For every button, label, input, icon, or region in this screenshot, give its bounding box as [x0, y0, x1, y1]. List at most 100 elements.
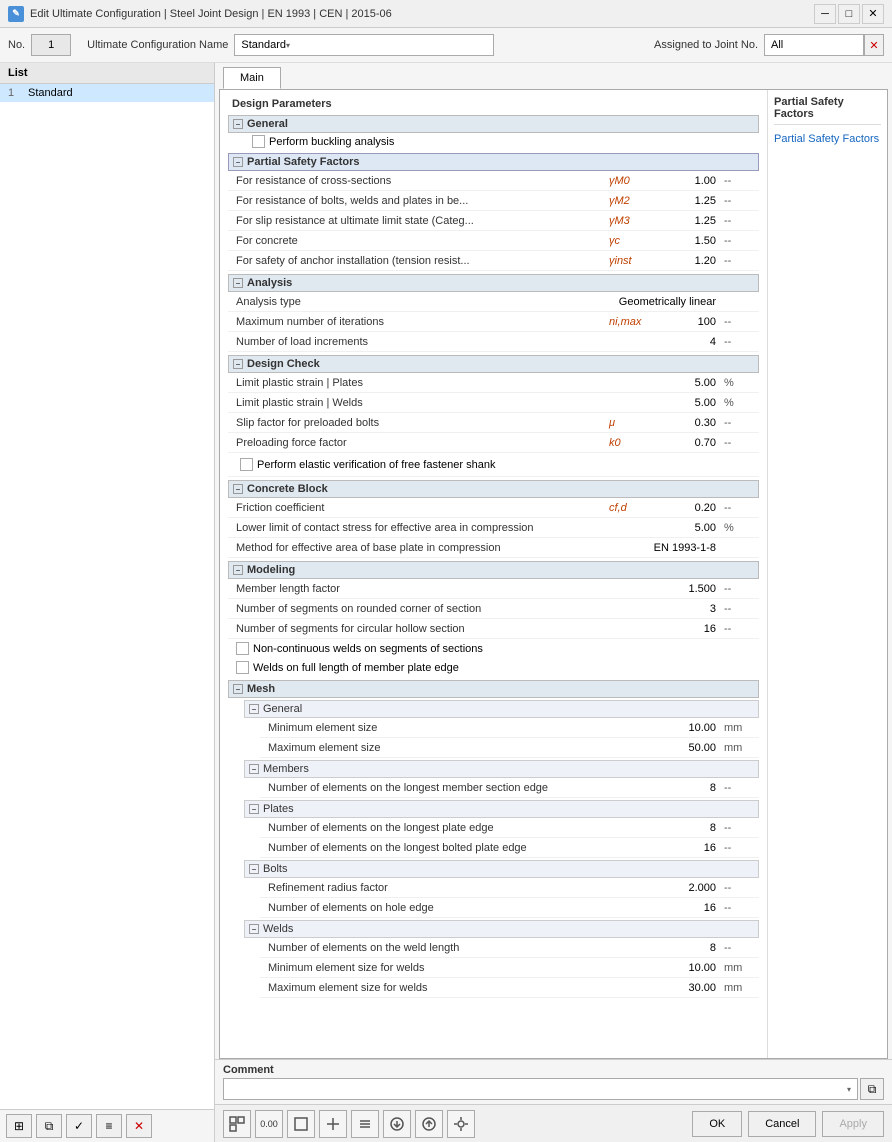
mesh-members-collapse[interactable]: − — [249, 764, 259, 774]
mw-value-0: 8 — [660, 941, 720, 955]
modeling-section-body: Member length factor 1.500 -- Number of … — [228, 579, 759, 677]
dropdown-arrow-icon: ▾ — [286, 41, 290, 50]
design-check-header[interactable]: − Design Check — [228, 355, 759, 373]
mesh-members-header[interactable]: − Members — [244, 760, 759, 778]
mm-row-0: Number of elements on the longest member… — [260, 778, 759, 798]
psf-row-3: For concrete γc 1.50 -- — [228, 231, 759, 251]
concrete-section-header[interactable]: − Concrete Block — [228, 480, 759, 498]
add-bottom-button[interactable] — [319, 1110, 347, 1138]
mp-row-1: Number of elements on the longest bolted… — [260, 838, 759, 858]
analysis-row-1: Maximum number of iterations ni,max 100 … — [228, 312, 759, 332]
cb-label-2: Method for effective area of base plate … — [232, 541, 565, 555]
dc-value-0: 5.00 — [660, 376, 720, 390]
units-button[interactable] — [287, 1110, 315, 1138]
mw-value-1: 10.00 — [660, 961, 720, 975]
mp-value-0: 8 — [660, 821, 720, 835]
tab-main[interactable]: Main — [223, 67, 281, 89]
decimal-icon: 0.00 — [260, 1119, 278, 1129]
add-config-button[interactable]: ⊞ — [6, 1114, 32, 1138]
minimize-button[interactable]: ─ — [814, 4, 836, 24]
sidebar-title: Partial Safety Factors — [774, 96, 881, 125]
mod-row-1: Number of segments on rounded corner of … — [228, 599, 759, 619]
copy-config-button[interactable]: ⧉ — [36, 1114, 62, 1138]
psf-symbol-4: γinst — [605, 254, 660, 268]
psf-value-0: 1.00 — [660, 174, 720, 188]
concrete-collapse-icon[interactable]: − — [233, 484, 243, 494]
dc-row-2: Slip factor for preloaded bolts μ 0.30 -… — [228, 413, 759, 433]
psf-label-1: For resistance of bolts, welds and plate… — [232, 194, 605, 208]
mesh-welds-collapse[interactable]: − — [249, 924, 259, 934]
general-section-header[interactable]: − General — [228, 115, 759, 133]
analysis-row-2: Number of load increments 4 -- — [228, 332, 759, 352]
config-name-value: Standard — [241, 39, 286, 51]
menu-config-button[interactable]: ≡ — [96, 1114, 122, 1138]
content-area: Design Parameters − General Perform buck… — [219, 89, 888, 1059]
modeling-section-header[interactable]: − Modeling — [228, 561, 759, 579]
general-section: − General Perform buckling analysis — [228, 115, 759, 150]
list-panel-bottom: ⊞ ⧉ ✓ ≡ ✕ — [0, 1109, 214, 1142]
mesh-members-section: − Members Number of elements on the long… — [244, 760, 759, 798]
window-controls[interactable]: ─ □ ✕ — [814, 4, 884, 24]
mod-unit-2: -- — [720, 622, 755, 636]
mesh-welds-header[interactable]: − Welds — [244, 920, 759, 938]
list-item[interactable]: 1 Standard — [0, 84, 214, 102]
mesh-bolts-collapse[interactable]: − — [249, 864, 259, 874]
import-button[interactable] — [383, 1110, 411, 1138]
comment-copy-button[interactable]: ⧉ — [860, 1078, 884, 1100]
modeling-collapse-icon[interactable]: − — [233, 565, 243, 575]
sort-icon — [357, 1116, 373, 1132]
mw-label-1: Minimum element size for welds — [264, 961, 605, 975]
buckling-checkbox[interactable] — [252, 135, 265, 148]
decimal-button[interactable]: 0.00 — [255, 1110, 283, 1138]
maximize-button[interactable]: □ — [838, 4, 860, 24]
ok-button[interactable]: OK — [692, 1111, 742, 1137]
assigned-value[interactable]: All — [764, 34, 864, 56]
analysis-section-header[interactable]: − Analysis — [228, 274, 759, 292]
psf-section-header[interactable]: − Partial Safety Factors — [228, 153, 759, 171]
delete-config-button[interactable]: ✕ — [126, 1114, 152, 1138]
general-collapse-icon[interactable]: − — [233, 119, 243, 129]
mm-value-0: 8 — [660, 781, 720, 795]
sort-button[interactable] — [351, 1110, 379, 1138]
confirm-config-button[interactable]: ✓ — [66, 1114, 92, 1138]
mesh-bolts-table: Refinement radius factor 2.000 -- Number… — [260, 878, 759, 918]
dc-symbol-0 — [605, 382, 660, 384]
mesh-bolts-header[interactable]: − Bolts — [244, 860, 759, 878]
apply-button[interactable]: Apply — [822, 1111, 884, 1137]
view-button[interactable] — [223, 1110, 251, 1138]
non-cont-welds-checkbox[interactable] — [236, 642, 249, 655]
sidebar-link[interactable]: Partial Safety Factors — [774, 131, 881, 147]
mesh-general-collapse[interactable]: − — [249, 704, 259, 714]
mg-value-0: 10.00 — [660, 721, 720, 735]
mesh-general-header[interactable]: − General — [244, 700, 759, 718]
psf-symbol-1: γM2 — [605, 194, 660, 208]
comment-field[interactable]: ▾ — [223, 1078, 858, 1100]
analysis-collapse-icon[interactable]: − — [233, 278, 243, 288]
settings-bottom-button[interactable] — [447, 1110, 475, 1138]
mm-unit-0: -- — [720, 781, 755, 795]
mesh-label: Mesh — [247, 683, 754, 695]
name-label: Ultimate Configuration Name — [87, 39, 228, 51]
mesh-plates-collapse[interactable]: − — [249, 804, 259, 814]
mesh-section-header[interactable]: − Mesh — [228, 680, 759, 698]
config-name-dropdown[interactable]: Standard ▾ — [234, 34, 494, 56]
buckling-row[interactable]: Perform buckling analysis — [248, 133, 759, 150]
mod-unit-0: -- — [720, 582, 755, 596]
export-button[interactable] — [415, 1110, 443, 1138]
psf-collapse-icon[interactable]: − — [233, 157, 243, 167]
mesh-collapse-icon[interactable]: − — [233, 684, 243, 694]
elastic-verify-checkbox[interactable] — [240, 458, 253, 471]
non-cont-welds-row[interactable]: Non-continuous welds on segments of sect… — [232, 640, 755, 657]
cancel-button[interactable]: Cancel — [748, 1111, 816, 1137]
mw-row-0: Number of elements on the weld length 8 … — [260, 938, 759, 958]
welds-full-row[interactable]: Welds on full length of member plate edg… — [232, 659, 755, 676]
list-item-name: Standard — [28, 87, 73, 99]
close-button[interactable]: ✕ — [862, 4, 884, 24]
mesh-welds-table: Number of elements on the weld length 8 … — [260, 938, 759, 998]
design-check-collapse-icon[interactable]: − — [233, 359, 243, 369]
assigned-clear-button[interactable]: ✕ — [864, 34, 884, 56]
elastic-verify-row[interactable]: Perform elastic verification of free fas… — [236, 456, 499, 473]
psf-value-2: 1.25 — [660, 214, 720, 228]
welds-full-checkbox[interactable] — [236, 661, 249, 674]
mesh-plates-header[interactable]: − Plates — [244, 800, 759, 818]
